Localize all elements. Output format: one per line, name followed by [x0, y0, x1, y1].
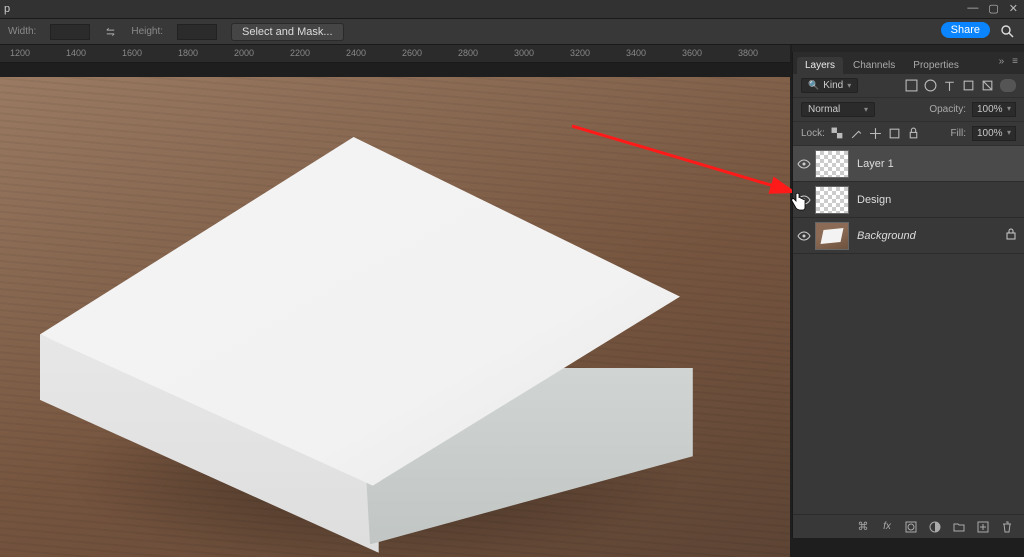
- fill-input[interactable]: 100%▾: [972, 126, 1016, 141]
- layer-name-label[interactable]: Design: [857, 194, 1024, 206]
- panel-filter-row: 🔍 Kind ▾: [793, 74, 1024, 98]
- window-minimize-icon[interactable]: —: [967, 2, 978, 15]
- workspace: 1200 1400 1600 1800 2000 2200 2400 2600 2800 3000…: [0, 45, 790, 538]
- panel-blend-row: Normal ▾ Opacity: 100%▾: [793, 98, 1024, 122]
- window-titlebar: p — ▢ ✕: [0, 0, 1024, 19]
- filter-kind-label: Kind: [823, 80, 843, 91]
- canvas-box-object: [40, 137, 680, 557]
- panel-collapse-icon[interactable]: »: [999, 56, 1005, 67]
- filter-smart-icon[interactable]: [981, 79, 994, 92]
- layers-panel-footer: ⌘ fx: [793, 514, 1024, 538]
- lock-pixels-icon[interactable]: [850, 127, 863, 140]
- ruler-tick: 1200: [10, 48, 30, 58]
- layer-row[interactable]: Layer 1: [793, 146, 1024, 182]
- ruler-tick: 3600: [682, 48, 702, 58]
- ruler-tick: 2600: [402, 48, 422, 58]
- layers-list: Layer 1 Design Background: [793, 146, 1024, 514]
- delete-layer-icon[interactable]: [1000, 520, 1014, 534]
- layer-thumbnail[interactable]: [815, 150, 849, 178]
- lock-all-icon[interactable]: [907, 127, 920, 140]
- select-and-mask-button[interactable]: Select and Mask...: [231, 23, 344, 41]
- opacity-label: Opacity:: [929, 104, 966, 115]
- filter-type-icon[interactable]: [943, 79, 956, 92]
- blend-mode-dropdown[interactable]: Normal ▾: [801, 102, 875, 117]
- share-button[interactable]: Share: [941, 22, 990, 38]
- link-layers-icon[interactable]: ⌘: [856, 520, 870, 534]
- layer-row[interactable]: Design: [793, 182, 1024, 218]
- document-canvas[interactable]: [0, 77, 790, 557]
- layer-thumbnail[interactable]: [815, 186, 849, 214]
- ruler-tick: 1400: [66, 48, 86, 58]
- ruler-tick: 2400: [346, 48, 366, 58]
- lock-artboard-icon[interactable]: [888, 127, 901, 140]
- panel-lock-row: Lock: Fill: 100%▾: [793, 122, 1024, 146]
- layer-name-label[interactable]: Layer 1: [857, 158, 1024, 170]
- tab-channels[interactable]: Channels: [845, 57, 903, 74]
- ruler-tick: 2000: [234, 48, 254, 58]
- lock-position-icon[interactable]: [869, 127, 882, 140]
- visibility-eye-icon[interactable]: [793, 229, 815, 243]
- fill-label: Fill:: [950, 128, 966, 139]
- layers-panel: Layers Channels Properties » ≡ 🔍 Kind ▾ …: [792, 52, 1024, 538]
- horizontal-ruler[interactable]: 1200 1400 1600 1800 2000 2200 2400 2600 2800 3000…: [0, 45, 790, 63]
- swap-dimensions-icon[interactable]: [104, 25, 117, 38]
- ruler-tick: 2800: [458, 48, 478, 58]
- ruler-tick: 2200: [290, 48, 310, 58]
- layer-name-label[interactable]: Background: [857, 230, 1006, 242]
- app-title-fragment: p: [4, 3, 10, 15]
- filter-shape-icon[interactable]: [962, 79, 975, 92]
- layer-thumbnail[interactable]: [815, 222, 849, 250]
- layer-row[interactable]: Background: [793, 218, 1024, 254]
- options-bar: Width: Height: Select and Mask... Share: [0, 19, 1024, 45]
- tab-properties[interactable]: Properties: [905, 57, 967, 74]
- visibility-eye-icon[interactable]: [793, 157, 815, 171]
- ruler-tick: 1800: [178, 48, 198, 58]
- ruler-tick: 3400: [626, 48, 646, 58]
- lock-transparency-icon[interactable]: [831, 127, 844, 140]
- filter-toggle-icon[interactable]: [1000, 79, 1016, 92]
- fill-value: 100%: [977, 128, 1003, 139]
- opacity-input[interactable]: 100%▾: [972, 102, 1016, 117]
- group-layers-icon[interactable]: [952, 520, 966, 534]
- width-label: Width:: [8, 26, 36, 37]
- visibility-eye-icon[interactable]: [793, 193, 815, 207]
- filter-pixel-icon[interactable]: [905, 79, 918, 92]
- lock-label: Lock:: [801, 128, 825, 139]
- blend-mode-value: Normal: [808, 104, 840, 115]
- height-label: Height:: [131, 26, 163, 37]
- new-layer-icon[interactable]: [976, 520, 990, 534]
- ruler-tick: 3000: [514, 48, 534, 58]
- height-input[interactable]: [177, 24, 217, 40]
- tab-layers[interactable]: Layers: [797, 57, 843, 74]
- layer-lock-icon[interactable]: [1006, 228, 1024, 243]
- adjustment-layer-icon[interactable]: [928, 520, 942, 534]
- window-close-icon[interactable]: ✕: [1009, 2, 1018, 15]
- opacity-value: 100%: [977, 104, 1003, 115]
- layer-fx-icon[interactable]: fx: [880, 520, 894, 534]
- ruler-tick: 3200: [570, 48, 590, 58]
- search-icon[interactable]: [1000, 24, 1014, 38]
- panel-menu-icon[interactable]: ≡: [1012, 56, 1018, 67]
- panel-tabs: Layers Channels Properties » ≡: [793, 52, 1024, 74]
- filter-kind-dropdown[interactable]: 🔍 Kind ▾: [801, 78, 858, 93]
- ruler-tick: 1600: [122, 48, 142, 58]
- add-mask-icon[interactable]: [904, 520, 918, 534]
- width-input[interactable]: [50, 24, 90, 40]
- filter-adjustment-icon[interactable]: [924, 79, 937, 92]
- window-maximize-icon[interactable]: ▢: [988, 2, 998, 15]
- ruler-tick: 3800: [738, 48, 758, 58]
